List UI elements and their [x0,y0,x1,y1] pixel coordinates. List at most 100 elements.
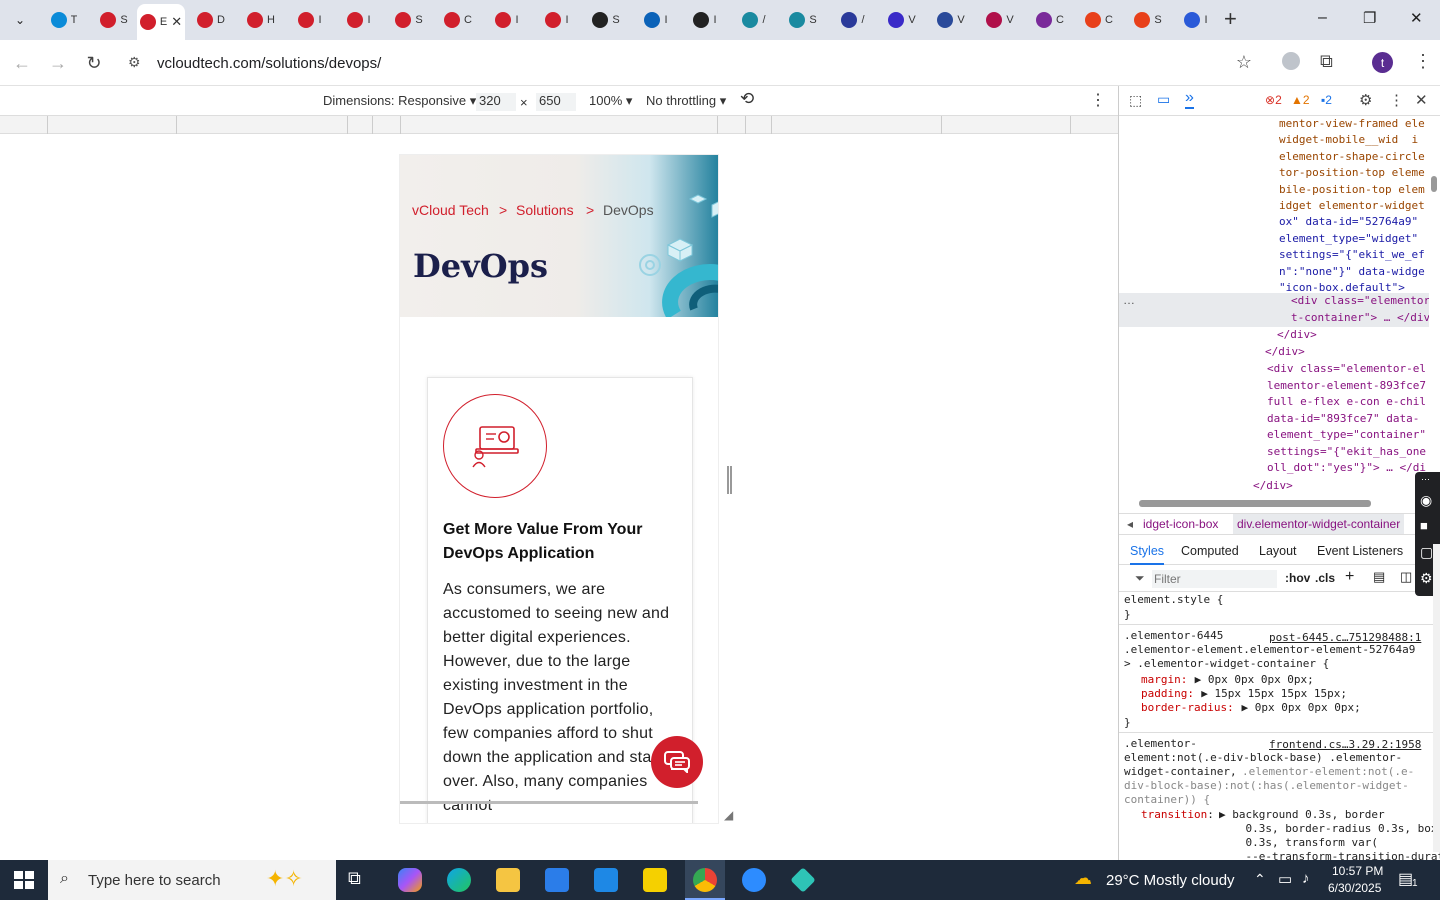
browser-menu-icon[interactable]: ⋮ [1414,51,1432,72]
class-toggle[interactable]: .cls [1315,571,1335,585]
dom-node-line[interactable]: full e-flex e-con e-chil [1267,394,1426,411]
browser-tab[interactable]: S [779,4,827,36]
elements-tree[interactable]: mentor-view-framed ele widget-mobile__wid… [1119,116,1429,496]
element-style-rule[interactable]: element.style { [1124,593,1223,607]
browser-tab[interactable]: I [681,4,729,36]
styles-filter-input[interactable]: Filter [1152,570,1277,588]
browser-tab[interactable]: E ✕ [137,4,185,40]
browser-tab[interactable]: C [1026,4,1074,36]
forward-button[interactable]: → [45,50,71,76]
dom-breadcrumb-item-selected[interactable]: div.elementor-widget-container [1233,514,1405,534]
dom-node-line[interactable]: settings="{"ekit_has_one [1267,444,1426,461]
url-text[interactable]: vcloudtech.com/solutions/devops/ [157,55,381,72]
network-icon[interactable]: ▭ [1278,870,1292,888]
dom-breadcrumb-item[interactable]: idget-icon-box [1143,517,1218,531]
browser-tab[interactable]: H [237,4,285,36]
page-horizontal-scrollbar[interactable] [400,801,698,804]
tab-computed[interactable]: Computed [1181,544,1239,558]
warning-count-icon[interactable]: ▲2 [1291,93,1310,107]
extensions-icon[interactable]: ⧉ [1320,51,1333,72]
video-icon[interactable]: ■ [1420,518,1428,533]
elements-horizontal-scrollbar[interactable] [1139,500,1371,507]
elements-vertical-scrollbar[interactable] [1431,176,1437,192]
height-input[interactable]: 650 [536,93,576,111]
side-toolbar-menu-icon[interactable]: ⋯ [1421,474,1430,485]
browser-tab[interactable]: T [40,4,88,36]
volume-icon[interactable]: ♪ [1302,870,1310,887]
error-count-icon[interactable]: ⊗2 [1265,93,1282,107]
dom-node-line[interactable]: lementor-element-893fce7 [1267,378,1426,395]
dom-node-line[interactable]: data-id="893fce7" data- [1267,411,1419,428]
browser-tab[interactable]: I [335,4,383,36]
browser-tab[interactable]: S [385,4,433,36]
task-view-icon[interactable]: ⧉ [348,868,372,892]
zoom-icon[interactable] [742,868,766,892]
info-count-icon[interactable]: ▪2 [1321,93,1332,107]
dom-node-line[interactable]: oll_dot":"yes"}"> … </di [1267,460,1426,477]
dom-node-line[interactable]: element_type="container" [1267,427,1426,444]
close-window-button[interactable]: ✕ [1410,9,1423,27]
browser-tab[interactable]: I [632,4,680,36]
tab-layout[interactable]: Layout [1259,544,1297,558]
chat-button[interactable] [651,736,703,788]
browser-tab[interactable]: V [878,4,926,36]
browser-tab[interactable]: / [730,4,778,36]
devtools-settings-icon[interactable]: ⚙ [1359,91,1372,109]
new-tab-button[interactable]: + [1224,6,1237,32]
browser-tab[interactable]: C [1075,4,1123,36]
device-more-icon[interactable]: ⋮ [1090,90,1106,110]
throttle-select[interactable]: No throttling ▾ [646,93,726,109]
viewport-resize-handle[interactable] [727,466,732,494]
hover-state-toggle[interactable]: :hov [1285,571,1310,585]
rule-prop-transition-name[interactable]: transition: [1141,808,1214,822]
css-property-value[interactable]: ▶ 0px 0px 0px 0px; [1242,701,1361,715]
screenshot-icon[interactable]: ◉ [1420,492,1432,509]
address-bar[interactable]: ⚙ vcloudtech.com/solutions/devops/ ☆ [120,46,1264,80]
css-property-value[interactable]: ▶ 0px 0px 0px 0px; [1195,673,1314,687]
weather-text[interactable]: 29°C Mostly cloudy [1106,872,1235,889]
sticky-notes-icon[interactable] [643,868,667,892]
browser-tab[interactable]: C [434,4,482,36]
media-query-ruler[interactable] [0,116,1118,134]
tab-close-icon[interactable]: ✕ [171,14,182,30]
css-property-name[interactable]: border-radius: [1141,701,1234,715]
browser-tab[interactable]: I [483,4,531,36]
tab-event-listeners[interactable]: Event Listeners [1317,544,1403,558]
rule-selector[interactable]: .elementor-6445 .elementor-element.eleme… [1124,629,1415,671]
rotate-icon[interactable]: ⟲ [740,89,754,109]
viewport-corner-handle[interactable]: ◢ [724,808,733,822]
weather-icon[interactable]: ☁ [1074,868,1092,889]
minimize-button[interactable]: – [1318,9,1327,27]
breadcrumb-solutions-link[interactable]: Solutions [516,202,574,218]
mail-icon[interactable] [594,868,618,892]
width-input[interactable]: 320 [476,93,516,111]
devtools-more-icon[interactable]: ⋮ [1389,91,1404,109]
row-ellipsis-icon[interactable]: … [1123,293,1135,307]
clock-time[interactable]: 10:57 PM [1332,864,1383,878]
back-button[interactable]: ← [9,50,35,76]
maximize-button[interactable]: ❐ [1363,9,1376,27]
start-button[interactable] [14,871,34,889]
device-toggle-icon[interactable]: ▭ [1157,91,1170,108]
paint-icon[interactable]: ▤ [1373,569,1385,585]
app-diamond-icon[interactable] [790,867,816,893]
browser-tab[interactable]: D [187,4,235,36]
copilot-icon[interactable] [398,868,422,892]
tab-styles[interactable]: Styles [1130,544,1165,565]
bookmark-star-icon[interactable]: ☆ [1236,52,1252,73]
rule-prop-transition-value[interactable]: ▶ background 0.3s, border 0.3s, border-r… [1219,808,1440,860]
breadcrumb-left-arrow-icon[interactable]: ◂ [1127,517,1133,531]
devtools-close-icon[interactable]: ✕ [1415,91,1428,109]
dimensions-select[interactable]: Dimensions: Responsive ▾ [323,93,476,109]
browser-tab[interactable]: I [286,4,334,36]
translate-icon[interactable] [1282,52,1300,70]
site-info-icon[interactable]: ⚙ [128,54,141,71]
browser-tab[interactable]: V [927,4,975,36]
sidebar-toggle-icon[interactable]: ◫ [1400,569,1412,585]
dom-node-line[interactable]: <div class="elementor-el [1267,361,1426,378]
zoom-select[interactable]: 100% ▾ [589,93,632,109]
css-property-value[interactable]: ▶ 15px 15px 15px 15px; [1201,687,1347,701]
file-explorer-icon[interactable] [496,868,520,892]
browser-tab[interactable]: S [582,4,630,36]
taskbar-search-box[interactable]: ⌕ Type here to search ✦✧ [48,860,336,900]
